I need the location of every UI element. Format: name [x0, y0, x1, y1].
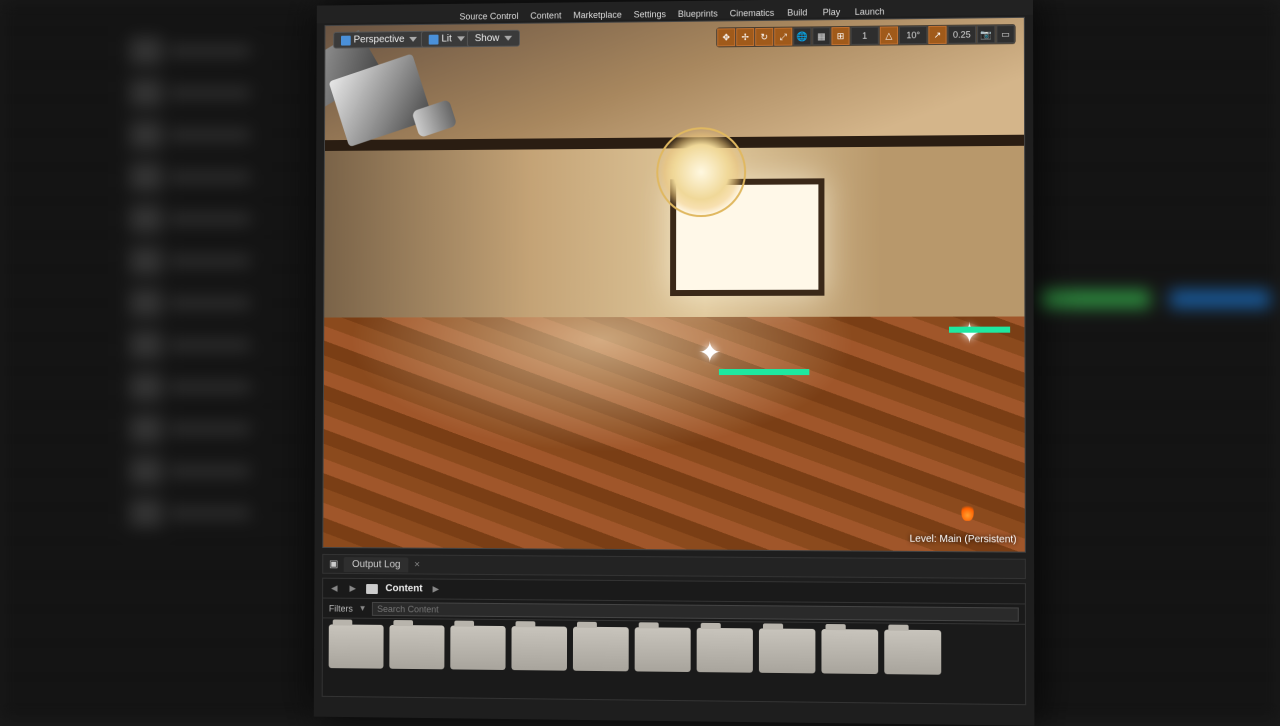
toolbar-label: Play	[823, 7, 841, 17]
folder-item[interactable]	[759, 628, 815, 673]
toolbar-label: Cinematics	[730, 8, 775, 19]
add-component-button-blurred[interactable]	[1040, 290, 1150, 308]
marketplace-button[interactable]: Marketplace	[569, 7, 625, 21]
output-log-panel: ▣ Output Log ×	[322, 554, 1026, 579]
select-tool-button[interactable]: ✥	[717, 28, 735, 46]
output-log-icon: ▣	[329, 558, 338, 569]
nav-forward-icon[interactable]: ►	[347, 582, 358, 594]
chevron-down-icon: ▼	[359, 604, 367, 613]
breadcrumb-content[interactable]: Content	[385, 583, 422, 594]
grid-snap-value[interactable]: 1	[851, 27, 879, 45]
player-start-forward-arrow-icon	[719, 369, 809, 375]
folder-item[interactable]	[697, 628, 753, 673]
toolbar-label: Source Control	[460, 11, 519, 22]
scale-snap-toggle[interactable]: ↗	[928, 26, 946, 44]
close-tab-icon[interactable]: ×	[414, 559, 420, 570]
viewport-lit-dropdown[interactable]: Lit	[421, 30, 473, 47]
chevron-down-icon	[457, 36, 465, 41]
place-actors-panel-blurred	[0, 0, 310, 720]
perspective-cube-icon	[341, 35, 351, 45]
viewport-perspective-dropdown[interactable]: Perspective	[333, 31, 425, 49]
cine-camera-actor[interactable]	[322, 45, 493, 185]
folder-item[interactable]	[635, 627, 691, 672]
toolbar-label: Launch	[855, 7, 885, 17]
viewport-transform-tools: ✥ ✢ ↻ ⤢ 🌐 ▦ ⊞ 1 △ 10° ↗ 0.25 📷 ▭	[716, 24, 1016, 47]
content-button[interactable]: Content	[526, 7, 565, 20]
viewport-show-dropdown[interactable]: Show	[467, 30, 520, 47]
lit-cube-icon	[429, 34, 439, 44]
breadcrumb-chevron-icon[interactable]: ►	[430, 583, 441, 595]
perspective-label: Perspective	[354, 34, 405, 45]
scale-snap-value[interactable]: 0.25	[948, 25, 976, 43]
cinematics-button[interactable]: Cinematics	[726, 5, 779, 19]
particle-flame-icon[interactable]	[961, 503, 973, 521]
viewport-maximize-button[interactable]: ▭	[996, 25, 1014, 43]
build-button[interactable]: Build	[782, 4, 812, 17]
chevron-down-icon	[504, 36, 512, 41]
folder-item[interactable]	[573, 627, 629, 672]
folder-item[interactable]	[329, 624, 384, 668]
folder-item[interactable]	[511, 626, 567, 671]
folder-item[interactable]	[389, 625, 444, 669]
level-viewport[interactable]: ✦ ✦ Level: Main (Persistent) Perspective…	[322, 17, 1026, 553]
content-browser-grid	[323, 618, 1025, 681]
surface-snap-button[interactable]: ▦	[812, 27, 830, 45]
play-button[interactable]: Play	[816, 4, 846, 17]
launch-button[interactable]: Launch	[851, 3, 889, 16]
folder-item[interactable]	[821, 629, 878, 674]
toolbar-label: Build	[787, 7, 807, 17]
folder-item[interactable]	[884, 630, 941, 675]
camera-speed-button[interactable]: 📷	[977, 25, 995, 43]
nav-back-icon[interactable]: ◄	[329, 582, 340, 594]
details-panel-blurred	[1030, 0, 1280, 720]
settings-button[interactable]: Settings	[630, 6, 670, 19]
content-browser: ◄ ► Content ► Filters ▼	[322, 578, 1026, 705]
toolbar-label: Content	[530, 10, 561, 20]
level-name-label: Level: Main (Persistent)	[910, 534, 1017, 546]
rotate-tool-button[interactable]: ↻	[755, 28, 773, 46]
blueprint-button-blurred[interactable]	[1170, 290, 1270, 308]
angle-snap-toggle[interactable]: △	[880, 26, 898, 44]
lit-label: Lit	[441, 34, 451, 45]
angle-snap-value[interactable]: 10°	[899, 26, 927, 44]
toolbar-label: Settings	[634, 9, 666, 19]
scene-floor	[323, 316, 1025, 551]
level-editor: Source Control Content Marketplace Setti…	[314, 0, 1035, 726]
folder-item[interactable]	[450, 626, 505, 670]
chevron-down-icon	[409, 37, 417, 42]
blueprints-button[interactable]: Blueprints	[674, 6, 722, 20]
folder-icon	[366, 584, 378, 594]
search-content-input[interactable]	[372, 601, 1019, 621]
source-control-button[interactable]: Source Control	[456, 8, 523, 22]
player-start-icon[interactable]: ✦	[698, 336, 722, 369]
show-label: Show	[475, 33, 500, 44]
translate-tool-button[interactable]: ✢	[736, 28, 754, 46]
coord-space-button[interactable]: 🌐	[793, 27, 811, 45]
player-start-forward-arrow-icon	[949, 327, 1010, 333]
point-light-gizmo-icon[interactable]	[656, 126, 746, 216]
toolbar-label: Marketplace	[573, 10, 622, 20]
scale-tool-button[interactable]: ⤢	[774, 28, 792, 46]
toolbar-label: Blueprints	[678, 9, 718, 19]
output-log-tab[interactable]: Output Log	[344, 557, 408, 572]
grid-snap-toggle[interactable]: ⊞	[831, 27, 849, 45]
filters-dropdown[interactable]: Filters	[329, 603, 353, 613]
